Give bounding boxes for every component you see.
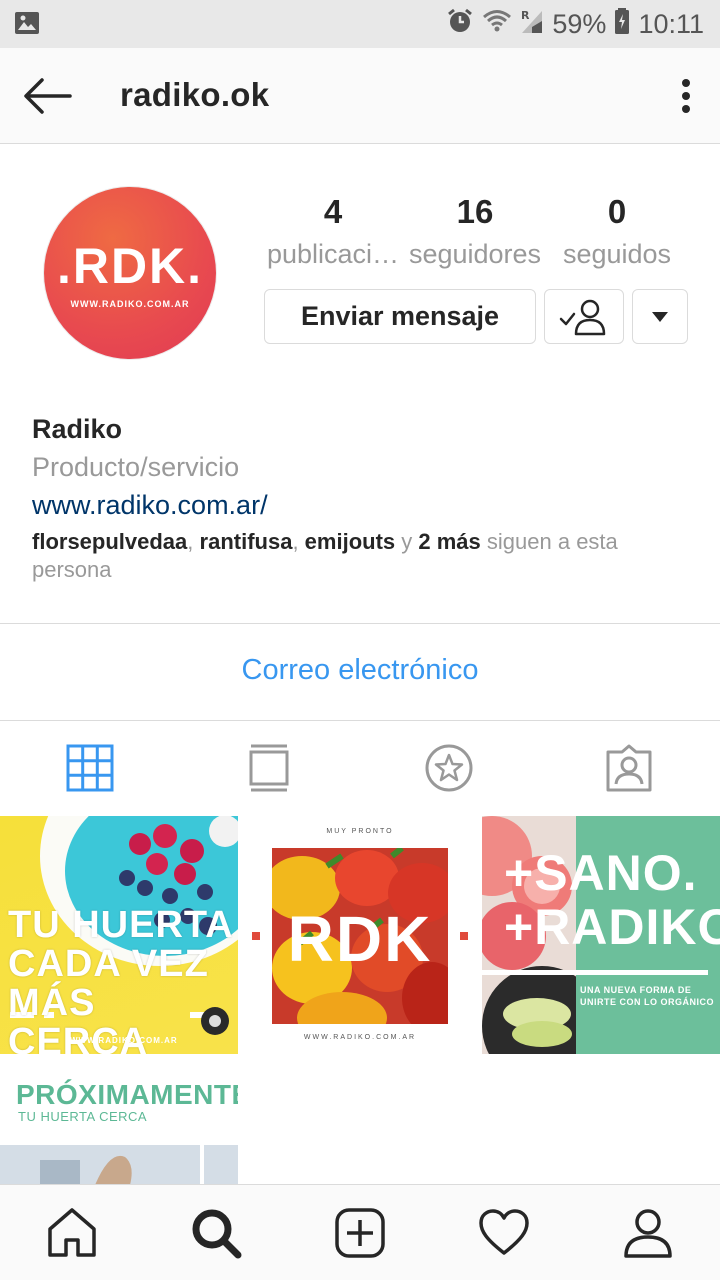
- bottom-navigation: [0, 1184, 720, 1280]
- post-text-line: UNIRTE CON LO ORGÁNICO: [580, 997, 714, 1007]
- stat-followers[interactable]: 16 seguidores: [404, 190, 546, 274]
- post-thumbnail[interactable]: +SANO. +RADIKO. UNA NUEVA FORMA DE UNIRT…: [482, 816, 720, 1054]
- stat-posts-label: publicaci…: [266, 239, 400, 269]
- home-icon[interactable]: [46, 1207, 98, 1259]
- post-text-line: CADA VEZ: [8, 943, 209, 985]
- svg-text:R: R: [521, 9, 530, 22]
- post-main-text: RDK: [287, 903, 433, 975]
- battery-percent: 59%: [552, 8, 607, 39]
- post-text-line: TU HUERTA: [8, 904, 234, 946]
- stat-followers-count: 16: [456, 193, 494, 230]
- post-thumbnail[interactable]: MUY PRONTO RDK WWW.RADIKO.COM.AR: [241, 816, 479, 1054]
- follower-username[interactable]: florsepulvedaa: [32, 529, 187, 554]
- post-photo-strip: [0, 1145, 238, 1185]
- post-thumbnail[interactable]: PRÓXIMAMENTE TU HUERTA CERCA: [0, 1057, 238, 1185]
- alarm-icon: [446, 7, 474, 42]
- post-subtitle-text: TU HUERTA CERCA: [18, 1109, 148, 1124]
- follower-username[interactable]: rantifusa: [200, 529, 293, 554]
- profile-avatar[interactable]: .RDK. WWW.RADIKO.COM.AR: [44, 187, 216, 359]
- stat-following-count: 0: [607, 193, 627, 230]
- profile-icon[interactable]: [622, 1207, 674, 1259]
- profile-tabs: [0, 722, 720, 816]
- status-bar: R 59% 10:11: [0, 0, 720, 48]
- stat-following[interactable]: 0 seguidos: [546, 190, 688, 274]
- post-text-line: +SANO.: [504, 845, 698, 901]
- heart-icon[interactable]: [478, 1207, 530, 1259]
- profile-stats: 4 publicaci… 16 seguidores 0 seguidos: [262, 190, 690, 274]
- send-message-button[interactable]: Enviar mensaje: [264, 289, 536, 344]
- followed-by-connector: y: [401, 529, 413, 554]
- post-footer-text: WWW.RADIKO.COM.AR: [303, 1034, 417, 1041]
- star-icon[interactable]: [425, 744, 475, 794]
- decor-square: [252, 932, 260, 940]
- post-headline: +SANO. +RADIKO.: [504, 846, 720, 954]
- post-text-line: UNA NUEVA FORMA DE: [580, 985, 692, 995]
- email-contact-button[interactable]: Correo electrónico: [0, 654, 720, 687]
- following-check-icon: [559, 299, 606, 335]
- post-footer-text: WWW.RADIKO.COM.AR: [70, 1036, 178, 1045]
- divider: [0, 623, 720, 624]
- post-top-text: MUY PRONTO: [326, 828, 394, 835]
- search-icon[interactable]: [190, 1207, 242, 1259]
- followed-by-more[interactable]: 2 más: [418, 529, 480, 554]
- stat-posts-count: 4: [323, 193, 343, 230]
- gallery-notification-icon: [14, 10, 40, 41]
- avatar-logo-text: .RDK.: [56, 238, 204, 294]
- caret-down-icon: [652, 311, 668, 322]
- suggested-dropdown-button[interactable]: [632, 289, 688, 344]
- divider: [0, 720, 720, 721]
- post-text-line: +RADIKO.: [504, 899, 720, 955]
- stat-posts[interactable]: 4 publicaci…: [262, 190, 404, 274]
- following-button[interactable]: [544, 289, 624, 344]
- followed-by-text[interactable]: florsepulvedaa, rantifusa, emijouts y 2 …: [32, 528, 692, 584]
- post-title-text: PRÓXIMAMENTE: [16, 1079, 238, 1110]
- post-subtext: UNA NUEVA FORMA DE UNIRTE CON LO ORGÁNIC…: [580, 984, 714, 1008]
- post-divider-bar: [482, 970, 708, 975]
- tagged-icon[interactable]: [605, 744, 655, 794]
- clock-time: 10:11: [638, 8, 704, 39]
- profile-full-name: Radiko: [32, 414, 123, 444]
- more-options-icon[interactable]: [680, 78, 692, 114]
- battery-icon: [614, 7, 630, 42]
- profile-username-title: radiko.ok: [120, 76, 270, 113]
- signal-icon: R: [520, 7, 544, 42]
- post-caption-overlay: TU HUERTA CADA VEZ MÁS CERCA: [8, 904, 238, 1055]
- feed-icon[interactable]: [246, 744, 296, 794]
- app-bar: radiko.ok: [0, 48, 720, 144]
- profile-category: Producto/servicio: [32, 452, 240, 482]
- wifi-icon: [482, 8, 512, 41]
- profile-bio: Radiko Producto/servicio www.radiko.com.…: [32, 410, 692, 584]
- grid-icon[interactable]: [66, 744, 116, 794]
- stat-followers-label: seguidores: [408, 239, 542, 269]
- follower-username[interactable]: emijouts: [305, 529, 395, 554]
- profile-website-link[interactable]: www.radiko.com.ar/: [32, 486, 692, 524]
- post-thumbnail[interactable]: TU HUERTA CADA VEZ MÁS CERCA WWW.RADIKO.…: [0, 816, 238, 1054]
- avatar-logo-subtext: WWW.RADIKO.COM.AR: [70, 299, 190, 309]
- back-arrow-icon[interactable]: [22, 76, 72, 116]
- stat-following-label: seguidos: [562, 239, 672, 269]
- add-icon[interactable]: [334, 1207, 386, 1259]
- decor-square: [460, 932, 468, 940]
